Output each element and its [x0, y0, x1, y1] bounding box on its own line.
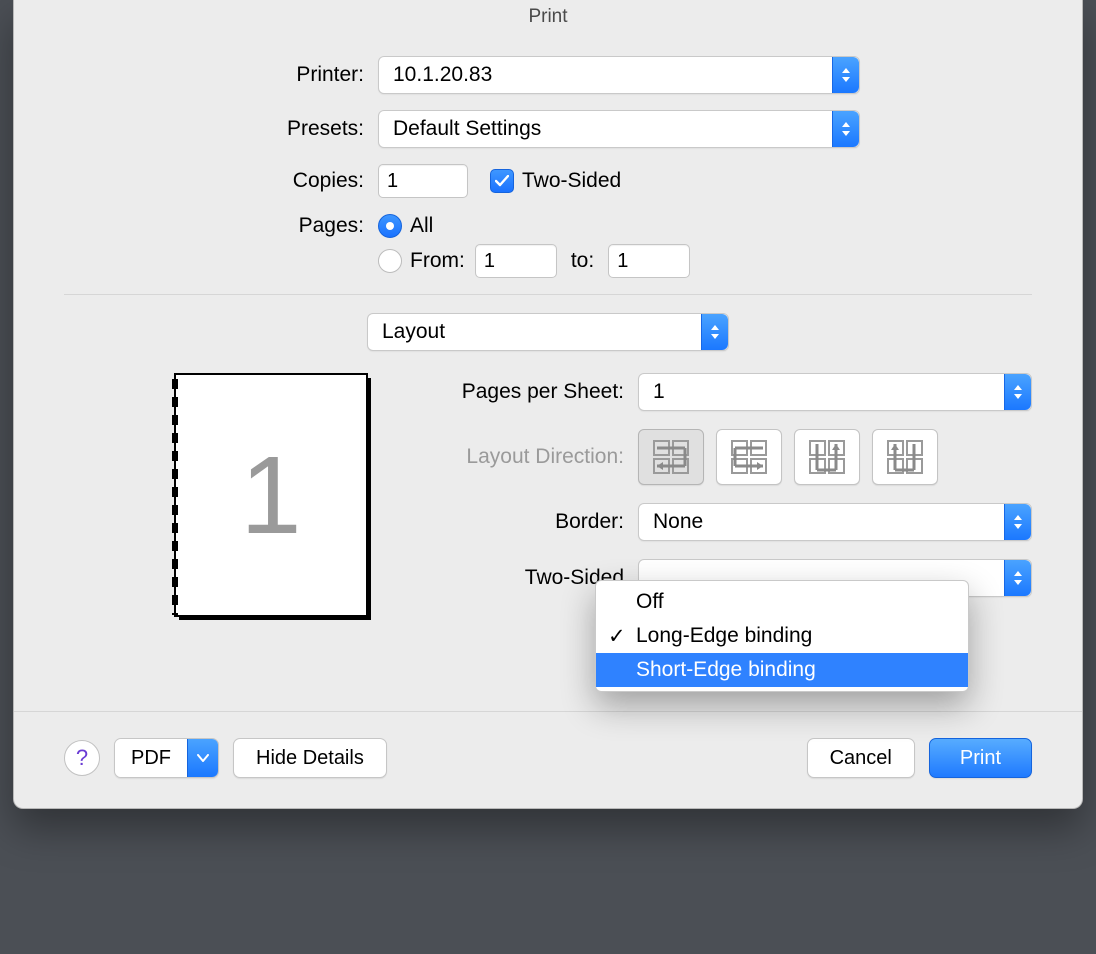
- two-sided-option-long-edge[interactable]: Long-Edge binding: [596, 619, 968, 653]
- page-preview: 1: [174, 373, 368, 617]
- presets-label: Presets:: [64, 117, 378, 141]
- two-sided-option-off[interactable]: Off: [596, 585, 968, 619]
- two-sided-menu: Off Long-Edge binding Short-Edge binding: [595, 580, 969, 692]
- two-sided-checkbox[interactable]: [490, 169, 514, 193]
- print-dialog: Print Printer: 10.1.20.83 Presets: Defau…: [13, 0, 1083, 809]
- pages-all-radio[interactable]: [378, 214, 402, 238]
- presets-select[interactable]: Default Settings: [378, 110, 860, 148]
- pages-per-sheet-label: Pages per Sheet:: [404, 380, 638, 404]
- chevron-down-icon: [187, 739, 218, 777]
- layout-direction-1[interactable]: [638, 429, 704, 485]
- pages-label: Pages:: [64, 214, 378, 238]
- pages-to-label: to:: [571, 249, 594, 273]
- print-button[interactable]: Print: [929, 738, 1032, 778]
- updown-icon: [1004, 374, 1031, 410]
- printer-label: Printer:: [64, 63, 378, 87]
- border-select[interactable]: None: [638, 503, 1032, 541]
- updown-icon: [1004, 560, 1031, 596]
- pdf-menu-button[interactable]: PDF: [114, 738, 219, 778]
- cancel-button[interactable]: Cancel: [807, 738, 915, 778]
- section-select[interactable]: Layout: [367, 313, 729, 351]
- printer-select[interactable]: 10.1.20.83: [378, 56, 860, 94]
- copies-input[interactable]: [378, 164, 468, 198]
- border-label: Border:: [404, 510, 638, 534]
- updown-icon: [701, 314, 728, 350]
- pages-from-label: From:: [410, 249, 465, 273]
- layout-direction-3[interactable]: [794, 429, 860, 485]
- layout-direction-label: Layout Direction:: [404, 445, 638, 469]
- pages-per-sheet-select[interactable]: 1: [638, 373, 1032, 411]
- separator: [64, 294, 1032, 295]
- updown-icon: [1004, 504, 1031, 540]
- hide-details-button[interactable]: Hide Details: [233, 738, 387, 778]
- pages-from-input[interactable]: [475, 244, 557, 278]
- help-button[interactable]: ?: [64, 740, 100, 776]
- dialog-title: Print: [14, 0, 1082, 36]
- layout-direction-group: [638, 429, 938, 485]
- layout-direction-2[interactable]: [716, 429, 782, 485]
- pages-all-label: All: [410, 214, 433, 238]
- copies-label: Copies:: [64, 169, 378, 193]
- two-sided-label: Two-Sided: [522, 169, 621, 193]
- two-sided-option-short-edge[interactable]: Short-Edge binding: [596, 653, 968, 687]
- layout-direction-4[interactable]: [872, 429, 938, 485]
- pages-range-radio[interactable]: [378, 249, 402, 273]
- updown-icon: [832, 111, 859, 147]
- pages-to-input[interactable]: [608, 244, 690, 278]
- updown-icon: [832, 57, 859, 93]
